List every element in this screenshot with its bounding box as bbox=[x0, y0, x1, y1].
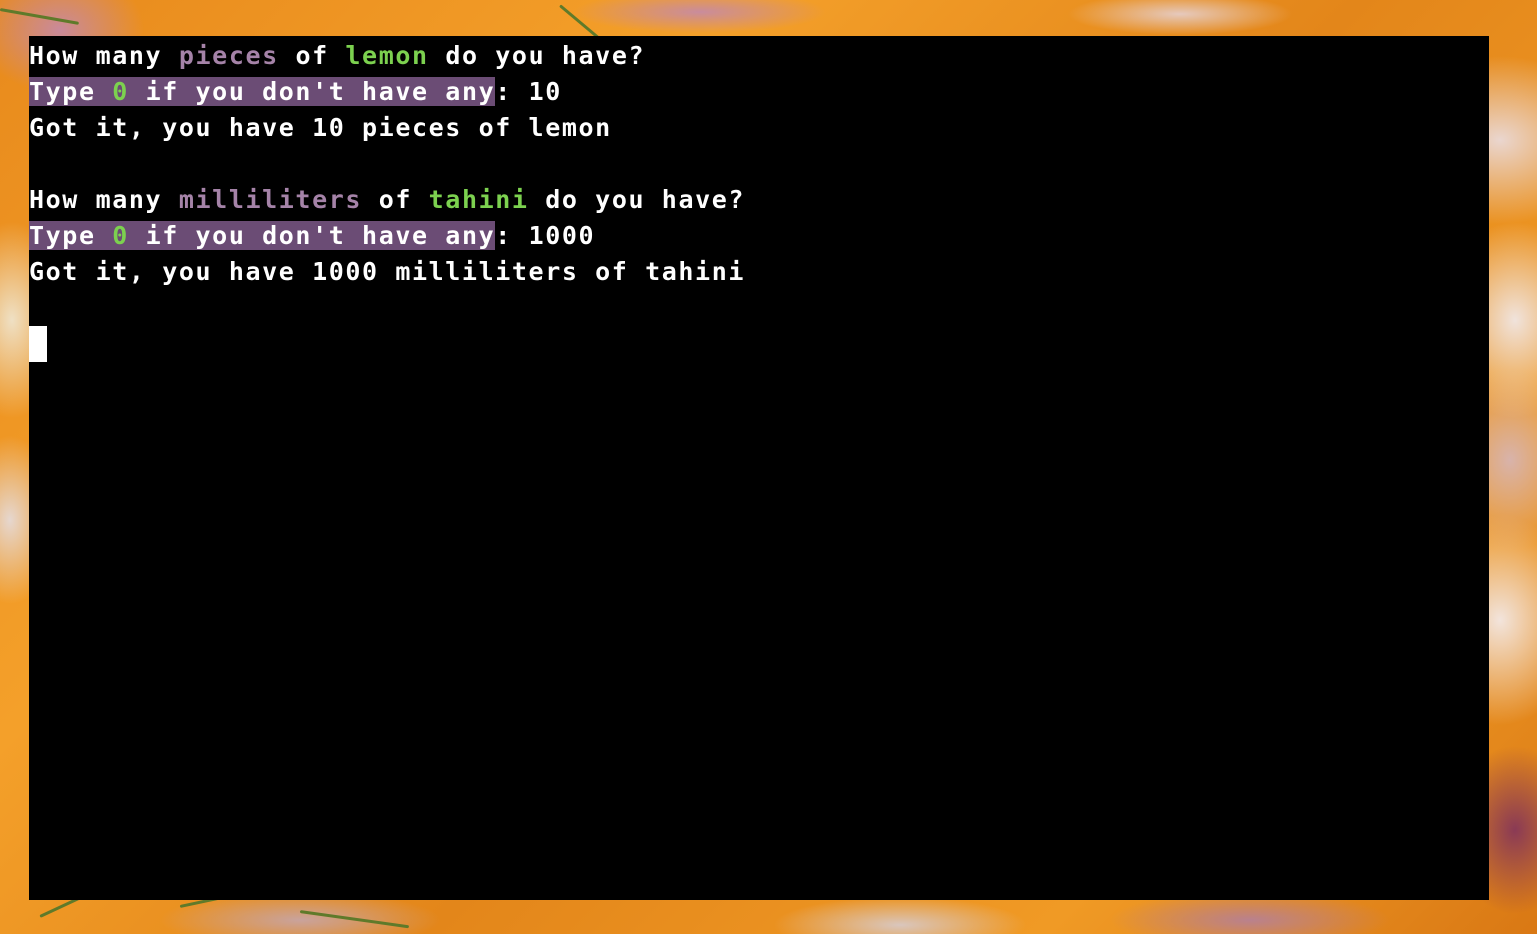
prompt-colon: : bbox=[495, 221, 529, 250]
user-answer: 1000 bbox=[528, 221, 596, 250]
prompt-text: do you have? bbox=[428, 41, 646, 70]
instruction-text: Type bbox=[29, 77, 113, 106]
input-line-lemon[interactable]: Type 0 if you don't have any: 10 bbox=[29, 74, 1489, 110]
confirmation-lemon: Got it, you have 10 pieces of lemon bbox=[29, 113, 612, 142]
ingredient-label: tahini bbox=[428, 185, 529, 214]
prompt-text: How many bbox=[29, 185, 179, 214]
instruction-text: if you don't have any bbox=[128, 77, 496, 106]
user-answer: 10 bbox=[528, 77, 562, 106]
zero-hint: 0 bbox=[112, 77, 129, 106]
zero-hint: 0 bbox=[112, 221, 129, 250]
unit-label: pieces bbox=[178, 41, 279, 70]
instruction-highlight: Type 0 if you don't have any bbox=[29, 77, 496, 106]
prompt-text: of bbox=[362, 185, 429, 214]
ingredient-label: lemon bbox=[345, 41, 429, 70]
prompt-colon: : bbox=[495, 77, 529, 106]
confirmation-tahini: Got it, you have 1000 milliliters of tah… bbox=[29, 257, 746, 286]
prompt-text: do you have? bbox=[528, 185, 746, 214]
quantity-prompt-lemon: How many pieces of lemon do you have? bbox=[29, 38, 1489, 74]
instruction-highlight: Type 0 if you don't have any bbox=[29, 221, 496, 250]
active-input-line[interactable] bbox=[29, 326, 1489, 362]
prompt-text: of bbox=[278, 41, 346, 70]
quantity-prompt-tahini: How many milliliters of tahini do you ha… bbox=[29, 182, 1489, 218]
unit-label: milliliters bbox=[178, 185, 363, 214]
text-cursor bbox=[29, 326, 47, 362]
instruction-text: Type bbox=[29, 221, 113, 250]
terminal-output: How many pieces of lemon do you have? Ty… bbox=[29, 36, 1489, 362]
instruction-text: if you don't have any bbox=[128, 221, 496, 250]
prompt-text: How many bbox=[29, 41, 179, 70]
input-line-tahini[interactable]: Type 0 if you don't have any: 1000 bbox=[29, 218, 1489, 254]
terminal-window[interactable]: How many pieces of lemon do you have? Ty… bbox=[29, 36, 1489, 900]
